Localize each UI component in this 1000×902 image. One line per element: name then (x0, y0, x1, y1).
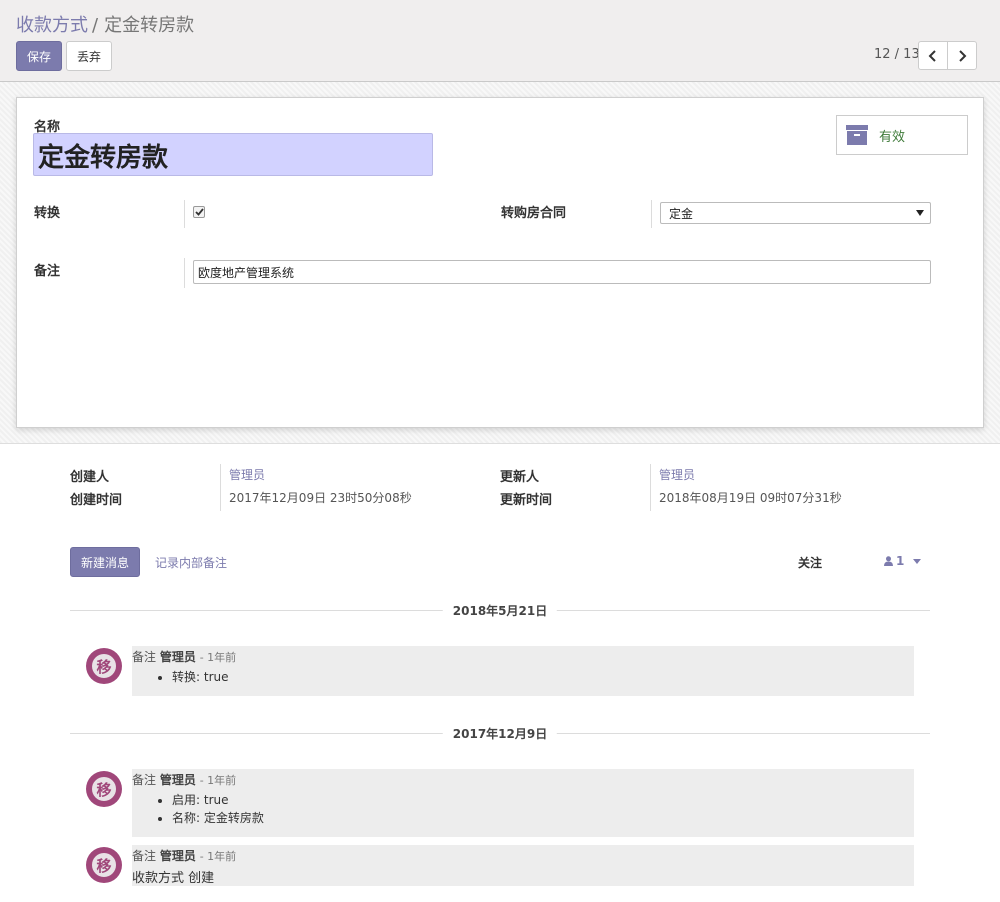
message-item: 备注 管理员 - 1年前 启用: true 名称: 定金转房款 (132, 769, 914, 837)
checkmark-icon (194, 208, 204, 216)
message-time: - 1年前 (199, 774, 237, 787)
message-item: 备注 管理员 - 1年前 收款方式 创建 (132, 845, 914, 886)
message-type: 备注 (132, 650, 157, 664)
breadcrumb-separator: / (92, 15, 99, 36)
created-on-value: 2017年12月09日 23时50分08秒 (229, 491, 412, 505)
caret-down-icon (913, 558, 922, 564)
updated-on-value: 2018年08月19日 09时07分31秒 (659, 491, 842, 505)
message-author[interactable]: 管理员 (160, 773, 196, 787)
followers-count: 1 (896, 554, 905, 568)
message-type: 备注 (132, 849, 157, 863)
pager-value[interactable]: 12 / 13 (874, 47, 920, 62)
tracking-value-item: 转换: true (172, 668, 229, 686)
message-header: 备注 管理员 - 1年前 (132, 648, 236, 665)
name-input[interactable]: 定金转房款 (33, 133, 433, 176)
name-input-value: 定金转房款 (38, 143, 169, 173)
created-by-label: 创建人 (70, 470, 110, 485)
save-button[interactable]: 保存 (16, 41, 62, 71)
avatar-char: 移 (90, 652, 118, 680)
avatar-char: 移 (90, 775, 118, 803)
meta-divider (220, 464, 221, 511)
date-separator: 2018年5月21日 (70, 600, 930, 620)
contract-select-value: 定金 (669, 206, 694, 221)
updated-on-label: 更新时间 (500, 493, 553, 508)
message-time: - 1年前 (199, 850, 237, 863)
meta-divider (650, 464, 651, 511)
avatar[interactable]: 移 (86, 648, 122, 684)
chevron-left-icon (928, 49, 936, 62)
pager-next-button[interactable] (947, 41, 977, 70)
contract-select[interactable]: 定金 (660, 202, 931, 224)
created-by-link[interactable]: 管理员 (229, 466, 265, 483)
tracking-values: 转换: true (132, 668, 229, 686)
form-sheet: 名称 定金转房款 有效 转换 转购房合同 定金 备注 欧度地产管理系统 (16, 97, 984, 428)
field-divider (184, 258, 185, 288)
log-note-link[interactable]: 记录内部备注 (155, 554, 227, 571)
updated-by-link[interactable]: 管理员 (659, 466, 695, 483)
user-icon (884, 556, 893, 566)
field-divider (184, 200, 185, 228)
breadcrumb-parent-link[interactable]: 收款方式 (16, 15, 88, 36)
active-toggle-button[interactable]: 有效 (836, 115, 968, 155)
followers-dropdown[interactable]: 1 (884, 554, 922, 568)
tracking-values: 启用: true 名称: 定金转房款 (132, 791, 264, 827)
caret-down-icon (916, 210, 924, 216)
message-author[interactable]: 管理员 (160, 650, 196, 664)
note-input-value: 欧度地产管理系统 (198, 265, 295, 280)
note-input[interactable]: 欧度地产管理系统 (193, 260, 931, 284)
message-type: 备注 (132, 773, 157, 787)
breadcrumb: 收款方式 / 定金转房款 (16, 11, 194, 37)
chevron-right-icon (959, 49, 967, 62)
breadcrumb-current: 定金转房款 (104, 15, 195, 36)
avatar[interactable]: 移 (86, 771, 122, 807)
created-on-label: 创建时间 (70, 493, 123, 508)
message-header: 备注 管理员 - 1年前 (132, 771, 236, 788)
avatar-char: 移 (90, 851, 118, 879)
convert-label: 转换 (34, 206, 61, 221)
date-separator-label: 2017年12月9日 (442, 725, 558, 742)
contract-label: 转购房合同 (501, 206, 567, 221)
message-body: 收款方式 创建 (132, 871, 215, 886)
date-separator: 2017年12月9日 (70, 723, 930, 743)
message-time: - 1年前 (199, 651, 237, 664)
pager-previous-button[interactable] (918, 41, 948, 70)
updated-by-label: 更新人 (500, 470, 540, 485)
new-message-button[interactable]: 新建消息 (70, 547, 140, 577)
control-panel: 收款方式 / 定金转房款 保存 丢弃 12 / 13 (0, 0, 1000, 82)
active-label: 有效 (879, 129, 906, 145)
archive-icon (846, 125, 868, 145)
follow-button[interactable]: 关注 (798, 554, 822, 571)
convert-checkbox[interactable] (193, 206, 205, 218)
discard-button[interactable]: 丢弃 (66, 41, 112, 71)
message-item: 备注 管理员 - 1年前 转换: true (132, 646, 914, 696)
tracking-value-item: 启用: true (172, 791, 264, 809)
message-author[interactable]: 管理员 (160, 849, 196, 863)
note-label: 备注 (34, 264, 61, 279)
field-divider (651, 200, 652, 228)
tracking-value-item: 名称: 定金转房款 (172, 809, 264, 827)
message-header: 备注 管理员 - 1年前 (132, 847, 236, 864)
avatar[interactable]: 移 (86, 847, 122, 883)
date-separator-label: 2018年5月21日 (442, 602, 558, 619)
